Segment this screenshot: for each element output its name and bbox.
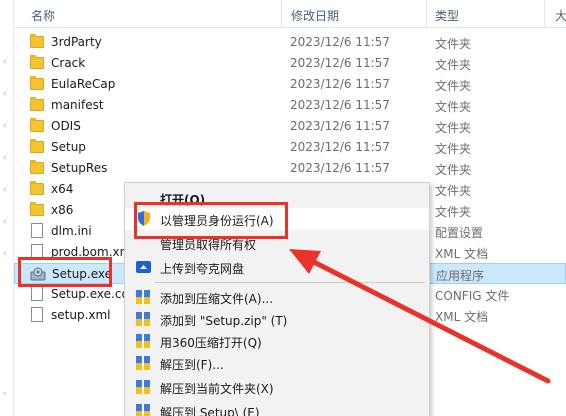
- menu-separator: [155, 282, 425, 283]
- file-date: 2023/12/6 11:57: [290, 119, 390, 133]
- file-name: SetupRes: [51, 161, 108, 175]
- file-name: EulaReCap: [51, 77, 116, 91]
- file-name: setup.xml: [51, 308, 111, 322]
- file-name: Setup: [51, 140, 86, 154]
- column-divider[interactable]: [426, 0, 427, 28]
- file-date: 2023/12/6 11:57: [290, 77, 390, 91]
- pin-icon: ›: [3, 57, 7, 67]
- folder-icon: [30, 55, 44, 69]
- file-name: 3rdParty: [51, 35, 102, 49]
- file-type: CONFIG 文件: [435, 289, 510, 303]
- file-type: 文件夹: [435, 205, 472, 219]
- menu-item-label: 解压到(F)...: [160, 358, 224, 372]
- column-header-bar: ^ 名称 修改日期 类型 大: [14, 0, 566, 28]
- pin-icon: ›: [3, 389, 7, 399]
- file-name: Setup.exe.co: [51, 287, 129, 301]
- column-header-date[interactable]: 修改日期: [291, 7, 339, 24]
- menu-item-label: 添加到 "Setup.zip" (T): [160, 314, 288, 328]
- list-item[interactable]: Crack 2023/12/6 11:57 文件夹: [14, 53, 566, 74]
- file-name: ODIS: [51, 119, 81, 133]
- folder-icon: [30, 181, 44, 195]
- menu-item-extract-here[interactable]: 解压到当前文件夹(X): [125, 376, 429, 398]
- file-name: x86: [51, 203, 74, 217]
- file-type: 文件夹: [435, 37, 472, 51]
- settings-file-icon: [31, 223, 43, 238]
- menu-item-label: 解压到 Setup\ (E): [160, 406, 260, 416]
- pin-icon: ›: [3, 217, 7, 227]
- file-type: XML 文档: [435, 247, 489, 261]
- archive-icon: [136, 290, 150, 304]
- folder-icon: [30, 76, 44, 90]
- menu-item-add-zip[interactable]: 添加到 "Setup.zip" (T): [125, 308, 429, 330]
- list-item[interactable]: 3rdParty 2023/12/6 11:57 文件夹: [14, 32, 566, 53]
- highlight-box-setup-exe: [18, 257, 112, 287]
- file-type: 配置设置: [435, 226, 484, 240]
- pin-icon: ›: [3, 153, 7, 163]
- folder-icon: [30, 118, 44, 132]
- archive-icon: [136, 334, 150, 348]
- file-name: dlm.ini: [51, 224, 92, 238]
- column-header-size[interactable]: 大: [555, 7, 566, 24]
- navigation-pane-edge[interactable]: › › › › › › › ›: [0, 0, 14, 416]
- file-type: 应用程序: [436, 269, 485, 283]
- column-header-name[interactable]: 名称: [31, 7, 55, 24]
- column-divider[interactable]: [281, 0, 282, 28]
- pin-icon: ›: [3, 249, 7, 259]
- menu-item-extract-folder[interactable]: 解压到 Setup\ (E): [125, 400, 429, 416]
- file-date: 2023/12/6 11:57: [290, 98, 390, 112]
- archive-icon: [136, 312, 150, 326]
- file-type: 文件夹: [435, 100, 472, 114]
- archive-icon: [136, 404, 150, 416]
- file-type: 文件夹: [435, 163, 472, 177]
- document-icon: [31, 286, 43, 301]
- folder-icon: [30, 202, 44, 216]
- column-divider[interactable]: [544, 0, 545, 28]
- file-type: 文件夹: [435, 58, 472, 72]
- file-type: 文件夹: [435, 121, 472, 135]
- menu-item-label: 上传到夸克网盘: [160, 262, 245, 276]
- file-type: 文件夹: [435, 79, 472, 93]
- pin-icon: ›: [3, 185, 7, 195]
- folder-icon: [30, 34, 44, 48]
- folder-icon: [30, 160, 44, 174]
- menu-item-upload-cloud[interactable]: 上传到夸克网盘: [125, 256, 429, 278]
- menu-item-label: 解压到当前文件夹(X): [160, 382, 274, 396]
- cloud-upload-icon: [136, 261, 151, 273]
- file-name: x64: [51, 182, 74, 196]
- document-icon: [31, 307, 43, 322]
- file-date: 2023/12/6 11:57: [290, 161, 390, 175]
- column-header-type[interactable]: 类型: [435, 7, 459, 24]
- list-item[interactable]: manifest 2023/12/6 11:57 文件夹: [14, 95, 566, 116]
- file-explorer-window: › › › › › › › › ^ 名称 修改日期 类型 大 3rdParty …: [0, 0, 566, 416]
- archive-icon: [136, 356, 150, 370]
- file-date: 2023/12/6 11:57: [290, 35, 390, 49]
- file-name: manifest: [51, 98, 104, 112]
- list-item[interactable]: ODIS 2023/12/6 11:57 文件夹: [14, 116, 566, 137]
- file-date: 2023/12/6 11:57: [290, 56, 390, 70]
- menu-item-extract-to[interactable]: 解压到(F)...: [125, 352, 429, 374]
- list-item[interactable]: Setup 2023/12/6 11:57 文件夹: [14, 137, 566, 158]
- folder-icon: [30, 139, 44, 153]
- list-item[interactable]: SetupRes 2023/12/6 11:57 文件夹: [14, 158, 566, 179]
- menu-item-label: 添加到压缩文件(A)...: [160, 292, 274, 306]
- menu-item-open-360[interactable]: 用360压缩打开(Q): [125, 330, 429, 352]
- file-type: 文件夹: [435, 184, 472, 198]
- pin-icon: ›: [3, 121, 7, 131]
- folder-icon: [30, 97, 44, 111]
- file-type: 文件夹: [435, 142, 472, 156]
- file-type: XML 文档: [435, 310, 489, 324]
- list-item[interactable]: EulaReCap 2023/12/6 11:57 文件夹: [14, 74, 566, 95]
- archive-icon: [136, 380, 150, 394]
- highlight-box-run-as-admin: [134, 202, 288, 239]
- file-name: Crack: [51, 56, 86, 70]
- sort-ascending-icon: ^: [160, 0, 169, 7]
- menu-item-add-archive[interactable]: 添加到压缩文件(A)...: [125, 286, 429, 308]
- file-date: 2023/12/6 11:57: [290, 140, 390, 154]
- pin-icon: ›: [3, 89, 7, 99]
- menu-item-label: 用360压缩打开(Q): [160, 336, 262, 350]
